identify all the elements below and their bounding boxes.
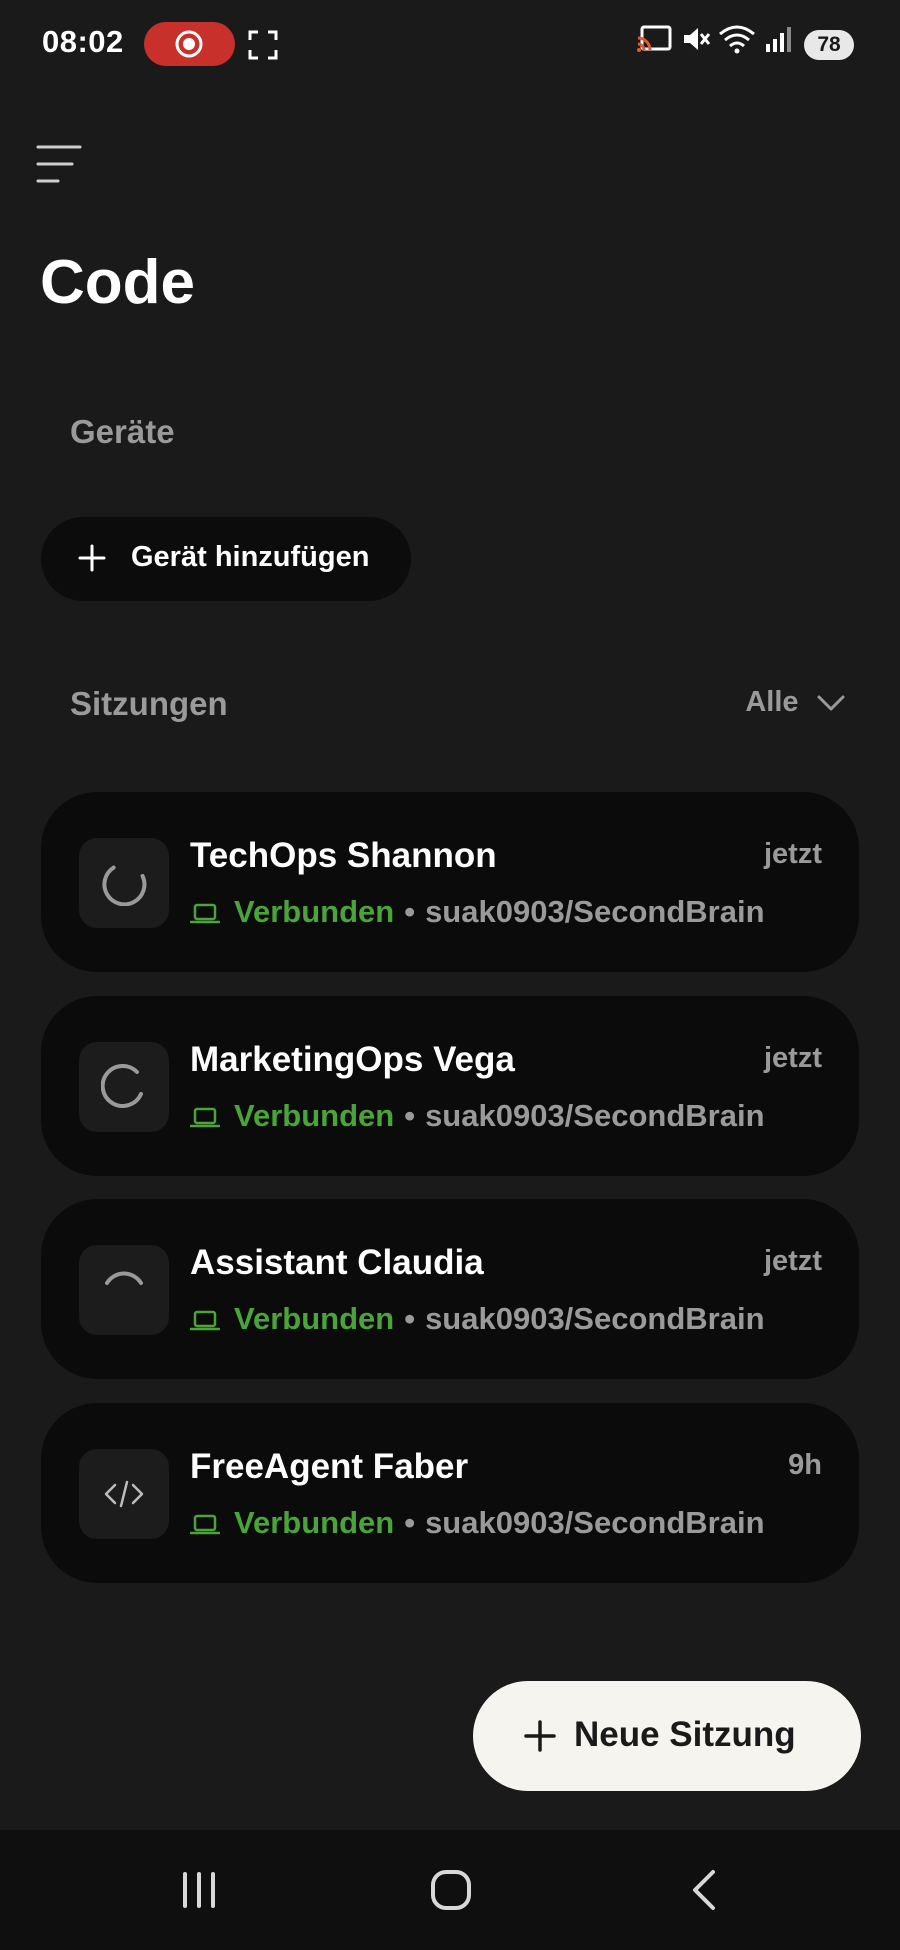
- new-session-label: Neue Sitzung: [574, 1715, 796, 1754]
- loading-spinner-icon: [102, 865, 147, 906]
- laptop-icon: [190, 1514, 220, 1535]
- separator-dot: •: [404, 1505, 416, 1540]
- session-card[interactable]: TechOps Shannon jetzt Verbunden • suak0903…: [41, 792, 859, 972]
- session-repo: suak0903/SecondBrain: [425, 1505, 765, 1540]
- session-status: Verbunden: [234, 1098, 395, 1133]
- menu-button[interactable]: [36, 144, 84, 184]
- screen-record-indicator[interactable]: [144, 22, 235, 66]
- session-thumbnail: [79, 1449, 169, 1539]
- code-icon: [104, 1480, 144, 1508]
- session-repo: suak0903/SecondBrain: [425, 1098, 765, 1133]
- add-device-label: Gerät hinzufügen: [131, 541, 370, 573]
- back-icon: [693, 1870, 715, 1910]
- session-filter-dropdown[interactable]: Alle: [745, 686, 845, 726]
- session-time: 9h: [788, 1449, 822, 1481]
- status-clock: 08:02: [42, 24, 124, 59]
- session-time: jetzt: [764, 838, 822, 870]
- session-meta: Verbunden • suak0903/SecondBrain: [190, 1098, 765, 1134]
- session-meta: Verbunden • suak0903/SecondBrain: [190, 894, 765, 930]
- add-device-button[interactable]: Gerät hinzufügen: [41, 517, 411, 601]
- hamburger-menu-icon: [36, 145, 82, 183]
- battery-icon: 78: [804, 30, 854, 60]
- separator-dot: •: [404, 1098, 416, 1133]
- home-icon: [431, 1870, 471, 1910]
- session-name: FreeAgent Faber: [190, 1447, 469, 1486]
- laptop-icon: [190, 1107, 220, 1128]
- screen-record-icon: [175, 30, 203, 58]
- recent-apps-icon: [183, 1872, 215, 1908]
- home-button[interactable]: [411, 1860, 491, 1920]
- session-status: Verbunden: [234, 1301, 395, 1336]
- session-time: jetzt: [764, 1245, 822, 1277]
- session-thumbnail: [79, 1042, 169, 1132]
- session-thumbnail: [79, 1245, 169, 1335]
- loading-spinner-icon: [105, 1271, 143, 1285]
- session-card[interactable]: MarketingOps Vega jetzt Verbunden • suak09…: [41, 996, 859, 1176]
- page-title: Code: [40, 248, 195, 317]
- new-session-button[interactable]: Neue Sitzung: [473, 1681, 861, 1791]
- back-button[interactable]: [664, 1860, 744, 1920]
- session-time: jetzt: [764, 1042, 822, 1074]
- loading-spinner-icon: [101, 1064, 143, 1108]
- chevron-down-icon: [817, 695, 845, 710]
- signal-icon: [766, 27, 791, 52]
- mute-icon: [684, 28, 711, 50]
- screenshot-icon: [248, 30, 278, 60]
- filter-label: Alle: [745, 686, 799, 718]
- cast-icon: [637, 25, 672, 52]
- system-nav-bar: [0, 1830, 900, 1950]
- plus-icon: [524, 1720, 556, 1752]
- wifi-icon: [719, 25, 755, 54]
- plus-icon: [78, 544, 106, 572]
- laptop-icon: [190, 1310, 220, 1331]
- status-bar: 08:02 78: [0, 0, 900, 90]
- session-card[interactable]: FreeAgent Faber 9h Verbunden • suak0903/Se…: [41, 1403, 859, 1583]
- session-name: TechOps Shannon: [190, 836, 497, 875]
- session-meta: Verbunden • suak0903/SecondBrain: [190, 1505, 765, 1541]
- separator-dot: •: [404, 1301, 416, 1336]
- session-meta: Verbunden • suak0903/SecondBrain: [190, 1301, 765, 1337]
- devices-section-label: Geräte: [70, 413, 175, 450]
- session-name: Assistant Claudia: [190, 1243, 484, 1282]
- session-status: Verbunden: [234, 894, 395, 929]
- session-card[interactable]: Assistant Claudia jetzt Verbunden • suak09…: [41, 1199, 859, 1379]
- laptop-icon: [190, 903, 220, 924]
- session-status: Verbunden: [234, 1505, 395, 1540]
- separator-dot: •: [404, 894, 416, 929]
- session-repo: suak0903/SecondBrain: [425, 894, 765, 929]
- sessions-section-label: Sitzungen: [70, 685, 228, 722]
- session-name: MarketingOps Vega: [190, 1040, 515, 1079]
- session-thumbnail: [79, 838, 169, 928]
- recent-apps-button[interactable]: [159, 1860, 239, 1920]
- session-repo: suak0903/SecondBrain: [425, 1301, 765, 1336]
